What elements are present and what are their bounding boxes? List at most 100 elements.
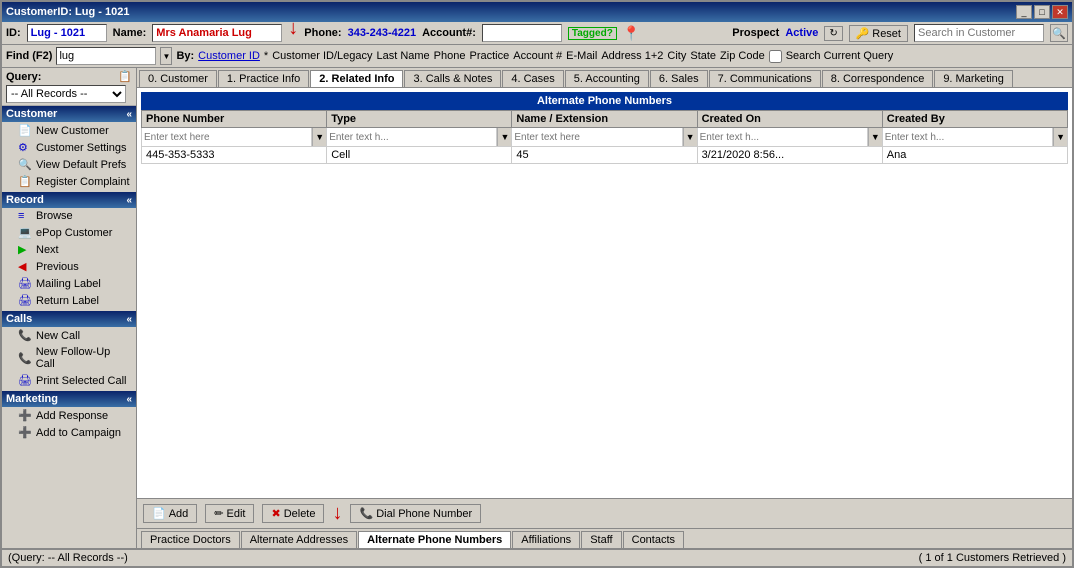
filter-phone[interactable] [142, 128, 312, 146]
filter-created-on-btn[interactable]: ▼ [868, 128, 882, 146]
sidebar-item-new-followup-label: New Follow-Up Call [36, 346, 130, 370]
filter-created-on[interactable] [698, 128, 868, 146]
tab-customer[interactable]: 0. Customer [139, 70, 217, 87]
sidebar-item-add-response[interactable]: ➕ Add Response [2, 407, 136, 424]
city-link[interactable]: City [667, 50, 686, 62]
close-button[interactable]: ✕ [1052, 5, 1068, 19]
sidebar-item-previous[interactable]: ◀ Previous [2, 258, 136, 275]
sidebar-item-new-customer[interactable]: 📄 New Customer [2, 122, 136, 139]
tab-calls-notes[interactable]: 3. Calls & Notes [404, 70, 501, 87]
sidebar-item-view-default-prefs[interactable]: 🔍 View Default Prefs [2, 156, 136, 173]
sidebar-item-return-label[interactable]: 🖨 Return Label [2, 292, 136, 309]
sidebar-item-new-followup-call[interactable]: 📞 New Follow-Up Call [2, 344, 136, 372]
sidebar-item-epop-customer[interactable]: 💻 ePop Customer [2, 224, 136, 241]
arrow-annotation-2: ↓ [332, 502, 342, 525]
dial-phone-button[interactable]: 📞 Dial Phone Number [350, 504, 481, 523]
filter-created-by[interactable] [883, 128, 1053, 146]
sidebar-record-section: Record « ≡ Browse 💻 ePop Customer ▶ Next… [2, 192, 136, 309]
filter-phone-btn[interactable]: ▼ [312, 128, 326, 146]
edit-button[interactable]: ✏ Edit [205, 504, 254, 523]
id-label: ID: [6, 27, 21, 39]
sub-tab-affiliations[interactable]: Affiliations [512, 531, 580, 548]
sidebar-calls-header[interactable]: Calls « [2, 311, 136, 327]
filter-type[interactable] [327, 128, 497, 146]
tab-marketing[interactable]: 9. Marketing [934, 70, 1013, 87]
sidebar-marketing-label: Marketing [6, 393, 58, 405]
sidebar-calls-label: Calls [6, 313, 32, 325]
reset-button[interactable]: 🔑 Reset [849, 25, 908, 42]
find-input[interactable] [56, 47, 156, 65]
col-type: Type [327, 111, 512, 128]
refresh-button[interactable]: ↻ [824, 26, 842, 41]
sidebar-item-add-campaign-label: Add to Campaign [36, 427, 121, 439]
email-link[interactable]: E-Mail [566, 50, 597, 62]
filter-name-ext-btn[interactable]: ▼ [683, 128, 697, 146]
sidebar-item-register-complaint[interactable]: 📋 Register Complaint [2, 173, 136, 190]
address-link[interactable]: Address 1+2 [601, 50, 663, 62]
filter-name-ext[interactable] [512, 128, 682, 146]
maximize-button[interactable]: □ [1034, 5, 1050, 19]
query-select[interactable]: -- All Records -- [6, 85, 126, 103]
phone-label: Phone: [304, 27, 341, 39]
customerid-legacy-link[interactable]: Customer ID/Legacy [272, 50, 372, 62]
sidebar-item-customer-settings[interactable]: ⚙ Customer Settings [2, 139, 136, 156]
sidebar-item-print-call-label: Print Selected Call [36, 375, 127, 387]
add-button[interactable]: 📄 Add [143, 504, 197, 523]
find-dropdown-btn[interactable]: ▼ [160, 47, 172, 65]
sidebar-item-add-to-campaign[interactable]: ➕ Add to Campaign [2, 424, 136, 441]
tab-cases[interactable]: 4. Cases [502, 70, 563, 87]
customer-id-link[interactable]: Customer ID [198, 50, 260, 62]
topbar: ID: Lug - 1021 Name: Mrs Anamaria Lug ↓ … [2, 22, 1072, 45]
search-current-query-checkbox[interactable] [769, 50, 782, 63]
register-complaint-icon: 📋 [18, 175, 32, 188]
cell-phone: 445-353-5333 [142, 147, 327, 164]
sub-tab-alternate-phone[interactable]: Alternate Phone Numbers [358, 531, 511, 548]
search-button[interactable]: 🔍 [1050, 24, 1068, 42]
tab-communications[interactable]: 7. Communications [709, 70, 821, 87]
main-area: Query: 📋 -- All Records -- Customer « 📄 … [2, 68, 1072, 548]
tab-practice-info[interactable]: 1. Practice Info [218, 70, 309, 87]
delete-button[interactable]: ✖ Delete [262, 504, 324, 523]
tab-related-info[interactable]: 2. Related Info [310, 70, 403, 87]
sub-tab-alternate-addresses[interactable]: Alternate Addresses [241, 531, 357, 548]
table-row[interactable]: 445-353-5333 Cell 45 3/21/2020 8:56... A… [142, 147, 1068, 164]
minimize-button[interactable]: _ [1016, 5, 1032, 19]
practice-link[interactable]: Practice [469, 50, 509, 62]
state-link[interactable]: State [690, 50, 716, 62]
pin-icon: 📍 [623, 25, 640, 42]
col-created-by: Created By [882, 111, 1067, 128]
phone-link[interactable]: Phone [434, 50, 466, 62]
sub-tab-staff[interactable]: Staff [581, 531, 621, 548]
filter-type-btn[interactable]: ▼ [497, 128, 511, 146]
query-icon: 📋 [118, 70, 132, 83]
by-label: By: [176, 50, 194, 62]
sidebar-item-customer-settings-label: Customer Settings [36, 142, 126, 154]
sidebar-item-new-call-label: New Call [36, 330, 80, 342]
accountnum-link[interactable]: Account # [513, 50, 562, 62]
search-input[interactable] [914, 24, 1044, 42]
lastname-link[interactable]: Last Name [376, 50, 429, 62]
window-controls: _ □ ✕ [1016, 5, 1068, 19]
sidebar-item-new-call[interactable]: 📞 New Call [2, 327, 136, 344]
sidebar-customer-header[interactable]: Customer « [2, 106, 136, 122]
tab-sales[interactable]: 6. Sales [650, 70, 708, 87]
sub-tab-practice-doctors[interactable]: Practice Doctors [141, 531, 240, 548]
sidebar-calls-chevron: « [126, 314, 132, 325]
sidebar-item-browse[interactable]: ≡ Browse [2, 208, 136, 224]
arrow-annotation-1: ↓ [288, 17, 298, 40]
phone-value: 343-243-4221 [348, 27, 417, 39]
sidebar-item-return-label-label: Return Label [36, 295, 99, 307]
sidebar-marketing-header[interactable]: Marketing « [2, 391, 136, 407]
tab-correspondence[interactable]: 8. Correspondence [822, 70, 934, 87]
sidebar-record-header[interactable]: Record « [2, 192, 136, 208]
sub-tab-contacts[interactable]: Contacts [623, 531, 684, 548]
table-area: Alternate Phone Numbers Phone Number Typ… [137, 88, 1072, 498]
customer-settings-icon: ⚙ [18, 141, 32, 154]
sidebar-item-previous-label: Previous [36, 261, 79, 273]
tab-accounting[interactable]: 5. Accounting [565, 70, 649, 87]
filter-created-by-btn[interactable]: ▼ [1053, 128, 1067, 146]
zipcode-link[interactable]: Zip Code [720, 50, 765, 62]
sidebar-item-mailing-label[interactable]: 🖨 Mailing Label [2, 275, 136, 292]
sidebar-item-print-selected-call[interactable]: 🖨 Print Selected Call [2, 372, 136, 389]
sidebar-item-next[interactable]: ▶ Next [2, 241, 136, 258]
